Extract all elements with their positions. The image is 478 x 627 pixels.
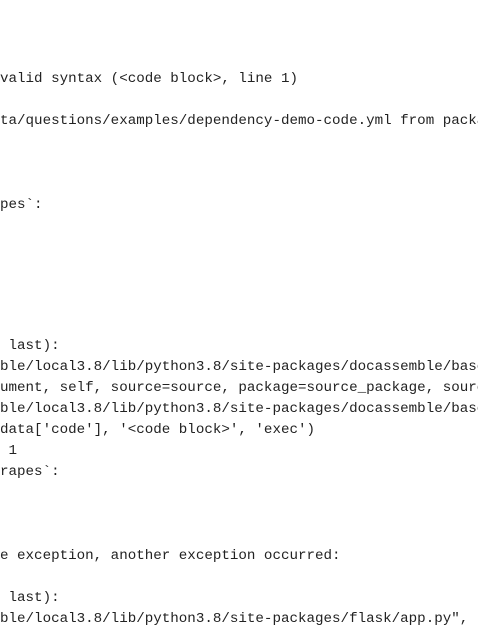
error-traceback-output: valid syntax (<code block>, line 1) ta/q… <box>0 0 478 627</box>
traceback-line: e exception, another exception occurred: <box>0 548 341 564</box>
traceback-line: pes`: <box>0 197 43 213</box>
traceback-line: ble/local3.8/lib/python3.8/site-packages… <box>0 401 478 417</box>
traceback-line: 1 <box>0 443 18 459</box>
traceback-line: valid syntax (<code block>, line 1) <box>0 71 298 87</box>
traceback-line: ument, self, source=source, package=sour… <box>0 380 478 396</box>
traceback-line: ble/local3.8/lib/python3.8/site-packages… <box>0 611 478 627</box>
traceback-line: last): <box>0 338 60 354</box>
traceback-line: ble/local3.8/lib/python3.8/site-packages… <box>0 359 478 375</box>
traceback-line: ta/questions/examples/dependency-demo-co… <box>0 113 478 129</box>
traceback-line: last): <box>0 590 60 606</box>
traceback-line: data['code'], '<code block>', 'exec') <box>0 422 316 438</box>
traceback-line: rapes`: <box>0 464 60 480</box>
